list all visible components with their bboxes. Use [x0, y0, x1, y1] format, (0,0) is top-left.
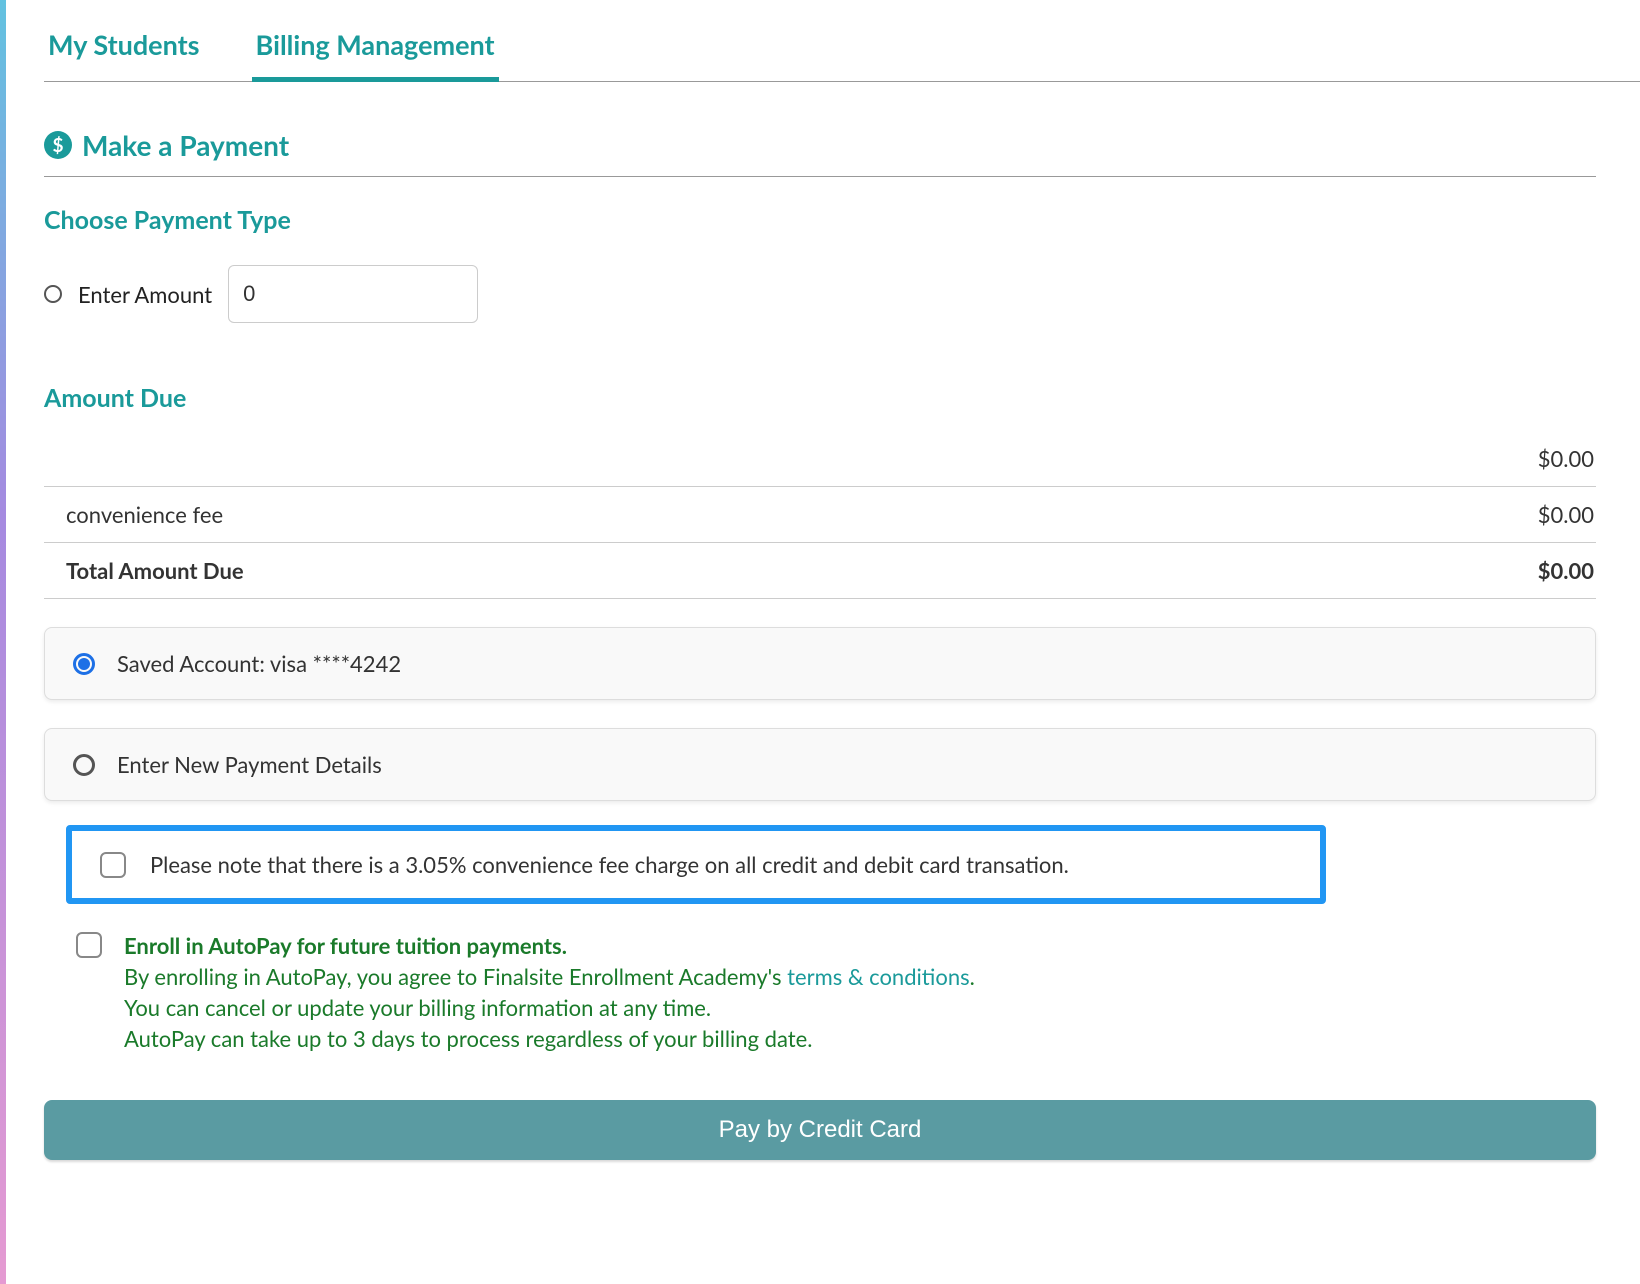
terms-link[interactable]: terms & conditions [787, 963, 970, 990]
due-row-convenience-fee: convenience fee $0.00 [44, 487, 1596, 543]
choose-payment-type-heading: Choose Payment Type [44, 205, 1596, 235]
tab-billing-management[interactable]: Billing Management [252, 28, 499, 82]
autopay-line2-pre: By enrolling in AutoPay, you agree to Fi… [124, 963, 787, 990]
amount-input[interactable] [228, 265, 478, 323]
convenience-fee-label: convenience fee [46, 501, 223, 528]
convenience-fee-text: Please note that there is a 3.05% conven… [150, 851, 1069, 878]
convenience-fee-checkbox[interactable] [100, 852, 126, 878]
amount-due-heading: Amount Due [44, 383, 1596, 413]
autopay-block: Enroll in AutoPay for future tuition pay… [44, 932, 1596, 1056]
enter-amount-radio[interactable] [44, 285, 62, 303]
enter-amount-row: Enter Amount [44, 265, 1596, 323]
page-title-row: $ Make a Payment [44, 128, 1596, 177]
due-row-blank-value: $0.00 [1538, 445, 1594, 472]
new-payment-label: Enter New Payment Details [117, 751, 382, 778]
total-amount-due-value: $0.00 [1538, 557, 1594, 584]
autopay-line2-post: . [970, 963, 975, 990]
convenience-fee-note: Please note that there is a 3.05% conven… [66, 825, 1326, 904]
pay-by-credit-card-button[interactable]: Pay by Credit Card [44, 1100, 1596, 1160]
page-title: Make a Payment [82, 128, 289, 162]
top-tabs: My Students Billing Management [44, 28, 1640, 82]
autopay-line-terms: By enrolling in AutoPay, you agree to Fi… [124, 963, 975, 990]
saved-account-option[interactable]: Saved Account: visa ****4242 [44, 627, 1596, 700]
autopay-text: Enroll in AutoPay for future tuition pay… [124, 932, 975, 1056]
due-row-total: Total Amount Due $0.00 [44, 543, 1596, 599]
left-accent-gradient [0, 0, 6, 1284]
tab-my-students[interactable]: My Students [44, 28, 204, 81]
autopay-title: Enroll in AutoPay for future tuition pay… [124, 932, 975, 959]
new-payment-radio[interactable] [73, 754, 95, 776]
autopay-line-cancel: You can cancel or update your billing in… [124, 994, 975, 1021]
total-amount-due-label: Total Amount Due [46, 557, 244, 584]
saved-account-label: Saved Account: visa ****4242 [117, 650, 401, 677]
convenience-fee-value: $0.00 [1538, 501, 1594, 528]
autopay-line-delay: AutoPay can take up to 3 days to process… [124, 1025, 975, 1052]
new-payment-option[interactable]: Enter New Payment Details [44, 728, 1596, 801]
enter-amount-label: Enter Amount [78, 281, 212, 308]
dollar-icon: $ [44, 131, 72, 159]
saved-account-radio[interactable] [73, 653, 95, 675]
due-row-blank: $0.00 [44, 431, 1596, 487]
autopay-checkbox[interactable] [76, 932, 102, 958]
